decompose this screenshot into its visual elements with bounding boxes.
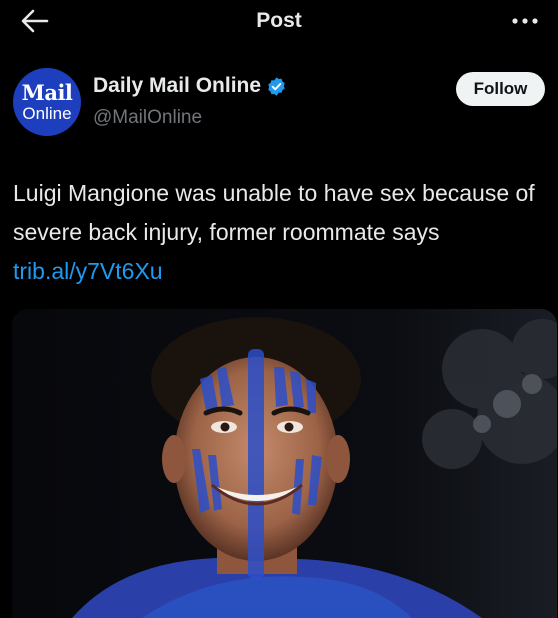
photo-image	[12, 309, 557, 618]
more-horizontal-icon	[512, 18, 538, 24]
post-text: Luigi Mangione was unable to have sex be…	[13, 174, 543, 291]
avatar-logo-subtext: Online	[22, 104, 72, 123]
post-photo[interactable]	[12, 309, 557, 618]
top-bar: Post	[0, 0, 558, 46]
avatar-logo-text: Mail	[21, 80, 73, 105]
post-author-header: Mail Online Daily Mail Online @MailOnlin…	[0, 50, 558, 140]
verified-badge-icon	[268, 76, 285, 96]
author-handle[interactable]: @MailOnline	[93, 107, 202, 129]
page-title: Post	[256, 9, 302, 32]
author-name-row: Daily Mail Online	[93, 74, 287, 98]
author-display-name[interactable]: Daily Mail Online	[93, 74, 261, 98]
follow-button[interactable]: Follow	[456, 72, 545, 106]
avatar[interactable]: Mail Online	[13, 68, 81, 136]
arrow-left-icon	[21, 9, 49, 33]
post-body-text: Luigi Mangione was unable to have sex be…	[13, 180, 535, 245]
back-button[interactable]	[20, 8, 50, 34]
more-options-button[interactable]	[510, 10, 540, 32]
post-link[interactable]: trib.al/y7Vt6Xu	[13, 258, 163, 284]
